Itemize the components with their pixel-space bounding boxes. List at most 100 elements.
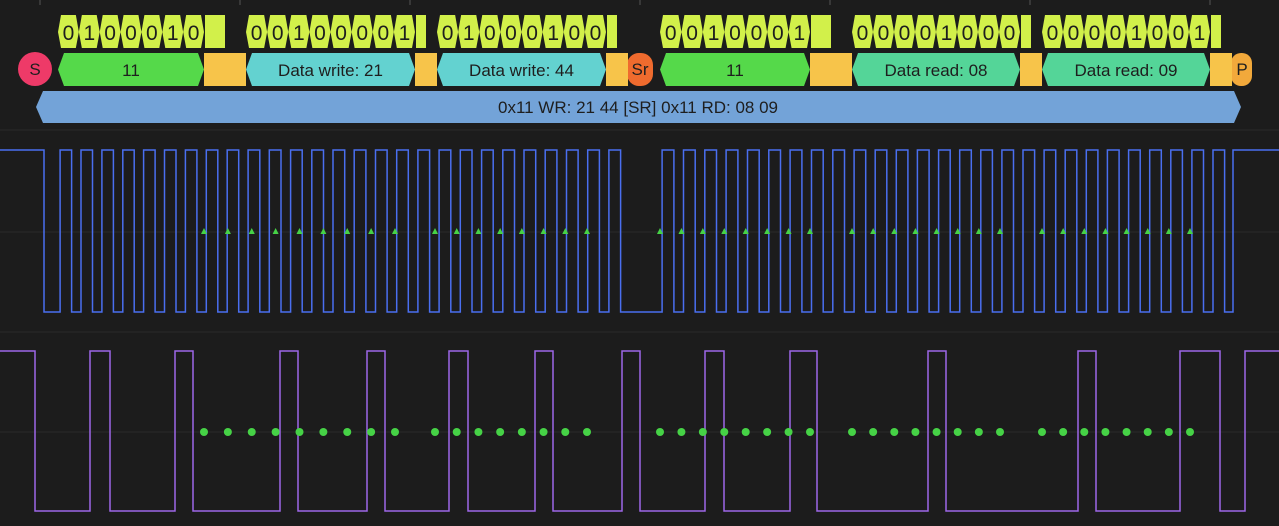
decoded-bit-label: 0 bbox=[1068, 22, 1080, 45]
sda-sample-marker bbox=[848, 428, 856, 436]
decoded-bit-label: 0 bbox=[1152, 22, 1164, 45]
decoded-ack-bit-cell[interactable] bbox=[416, 15, 426, 48]
decoded-byte-label: Data write: 44 bbox=[469, 61, 574, 80]
ack-annotation[interactable] bbox=[1210, 53, 1232, 86]
scl-sample-marker bbox=[562, 228, 569, 234]
decoded-bit-label: 0 bbox=[899, 22, 911, 45]
sda-sample-marker bbox=[763, 428, 772, 436]
sda-sample-marker bbox=[656, 428, 664, 436]
sda-sample-marker bbox=[1101, 428, 1110, 436]
decoded-bit-label: 1 bbox=[1131, 22, 1143, 45]
decoded-bit-label: 0 bbox=[314, 22, 326, 45]
decoded-bit-label: 1 bbox=[167, 22, 179, 45]
scl-sample-marker bbox=[475, 228, 482, 234]
ack-annotation[interactable] bbox=[204, 53, 246, 86]
ack-annotation[interactable] bbox=[810, 53, 852, 86]
decoded-bit-label: 0 bbox=[729, 22, 741, 45]
decoded-bit-label: 0 bbox=[772, 22, 784, 45]
decoded-bit-label: 0 bbox=[665, 22, 677, 45]
scl-sample-marker bbox=[584, 228, 590, 234]
ack-annotation[interactable] bbox=[606, 53, 628, 86]
sda-sample-marker bbox=[1038, 428, 1046, 436]
sda-sample-marker bbox=[1186, 428, 1194, 436]
scl-sample-marker bbox=[320, 228, 327, 234]
sda-channel-trace[interactable] bbox=[0, 350, 1279, 512]
decoded-bit-label: 0 bbox=[272, 22, 284, 45]
sda-sample-marker bbox=[806, 428, 814, 436]
start-condition-label: S bbox=[29, 60, 40, 79]
sda-sample-marker bbox=[539, 428, 548, 436]
logic-analyzer-view[interactable]: 0100010001000010100010000100010000100000… bbox=[0, 0, 1279, 526]
sda-sample-marker bbox=[271, 428, 280, 436]
sda-sample-marker bbox=[247, 428, 256, 436]
sda-sample-marker bbox=[367, 428, 376, 436]
decoded-bit-label: 0 bbox=[983, 22, 995, 45]
sda-sample-marker bbox=[496, 428, 505, 436]
scl-waveform bbox=[0, 149, 1279, 313]
sda-sample-marker bbox=[720, 428, 729, 436]
decoded-bit-label: 0 bbox=[920, 22, 932, 45]
decoded-byte-label: Data write: 21 bbox=[278, 61, 383, 80]
sda-sample-marker bbox=[1143, 428, 1152, 436]
sda-sample-marker bbox=[1164, 428, 1173, 436]
decoded-bit-label: 1 bbox=[547, 22, 559, 45]
sda-sample-marker bbox=[932, 428, 941, 436]
decoded-bit-label: 1 bbox=[708, 22, 720, 45]
sda-sample-marker bbox=[474, 428, 483, 436]
scl-sample-marker bbox=[248, 228, 255, 234]
ack-annotation[interactable] bbox=[1020, 53, 1042, 86]
sda-sample-marker bbox=[784, 428, 793, 436]
repeated-start-label: Sr bbox=[632, 60, 649, 79]
decoded-ack-bit-cell[interactable] bbox=[607, 15, 617, 48]
decoded-bit-label: 0 bbox=[146, 22, 158, 45]
scl-sample-marker bbox=[272, 228, 279, 234]
decoded-bit-label: 0 bbox=[590, 22, 602, 45]
decoded-ack-bit-cell[interactable] bbox=[1211, 15, 1221, 48]
decoded-bit-label: 1 bbox=[1194, 22, 1206, 45]
decoded-ack-bit-cell[interactable] bbox=[811, 15, 831, 48]
sda-sample-marker bbox=[677, 428, 686, 436]
decoded-bit-label: 0 bbox=[63, 22, 75, 45]
sda-sample-marker bbox=[517, 428, 526, 436]
decoded-bit-label: 0 bbox=[568, 22, 580, 45]
scl-channel-trace[interactable] bbox=[0, 149, 1279, 313]
decoded-ack-bit-cell[interactable] bbox=[205, 15, 225, 48]
sda-sample-marker bbox=[452, 428, 461, 436]
sda-sample-marker bbox=[391, 428, 399, 436]
sda-sample-marker bbox=[223, 428, 232, 436]
decoded-ack-bit-cell[interactable] bbox=[1021, 15, 1031, 48]
decoded-bit-label: 0 bbox=[104, 22, 116, 45]
stop-condition-label: P bbox=[1236, 60, 1247, 79]
decoded-bit-label: 1 bbox=[399, 22, 411, 45]
sda-sample-marker bbox=[1059, 428, 1068, 436]
decoded-bit-label: 0 bbox=[125, 22, 137, 45]
scl-sample-marker bbox=[224, 228, 231, 234]
decoded-bit-label: 1 bbox=[293, 22, 305, 45]
decoded-bit-label: 0 bbox=[251, 22, 263, 45]
decoded-bits-row[interactable]: 0100010001000010100010000100010000100000… bbox=[58, 15, 1221, 48]
sda-sample-marker bbox=[583, 428, 591, 436]
decoded-bit-label: 0 bbox=[751, 22, 763, 45]
decoded-bit-label: 0 bbox=[1173, 22, 1185, 45]
ack-annotation[interactable] bbox=[415, 53, 437, 86]
transaction-summary-row[interactable]: 0x11 WR: 21 44 [SR] 0x11 RD: 08 09 bbox=[36, 91, 1241, 123]
sda-sample-marker bbox=[295, 428, 304, 436]
scl-sample-marker bbox=[368, 228, 375, 234]
sda-sample-marker bbox=[343, 428, 352, 436]
decoded-bit-label: 0 bbox=[686, 22, 698, 45]
decoded-bit-label: 0 bbox=[878, 22, 890, 45]
decoded-byte-label: 11 bbox=[122, 61, 140, 80]
transaction-summary-label: 0x11 WR: 21 44 [SR] 0x11 RD: 08 09 bbox=[498, 98, 778, 117]
decoded-bit-label: 0 bbox=[962, 22, 974, 45]
decoded-bit-label: 0 bbox=[1047, 22, 1059, 45]
decoded-bit-label: 1 bbox=[83, 22, 95, 45]
sda-sample-marker bbox=[1122, 428, 1131, 436]
decoded-byte-label: Data read: 08 bbox=[884, 61, 987, 80]
decoded-bit-label: 0 bbox=[442, 22, 454, 45]
scl-sample-marker bbox=[432, 228, 438, 234]
decoded-bit-label: 1 bbox=[941, 22, 953, 45]
decoded-annotations-row[interactable]: S Sr P 11 Data write: 21 Data write: 44 11 D… bbox=[18, 52, 1252, 86]
decoded-bit-label: 0 bbox=[377, 22, 389, 45]
decoded-bit-label: 0 bbox=[356, 22, 368, 45]
sda-sample-marker bbox=[911, 428, 920, 436]
